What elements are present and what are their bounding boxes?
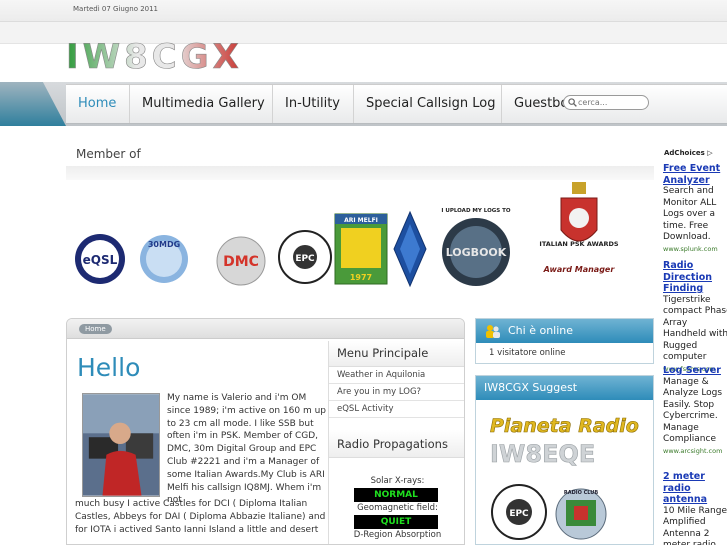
- suggest-panel: IW8CGX Suggest Pianeta Radio IW8EQE EPC …: [475, 375, 654, 545]
- dmc-logo-text: DMC: [223, 254, 259, 270]
- site-logo[interactable]: IW8CGX: [66, 38, 316, 72]
- page-heading: Hello: [77, 353, 141, 382]
- operator-photo: [82, 393, 160, 497]
- menu-title: Menu Principale: [329, 341, 464, 367]
- search-box: [563, 95, 649, 110]
- ad-description: Manage & Analyze Logs Easily. Stop Cyber…: [663, 376, 723, 445]
- propagation-title: Radio Propagations: [329, 430, 464, 458]
- logbook-of-the-world-logo[interactable]: I UPLOAD MY LOGS TO LOGBOOK: [441, 208, 511, 286]
- epc-european-psk-club-logo[interactable]: EPC: [278, 230, 332, 284]
- nav-multimedia-gallery[interactable]: Multimedia Gallery: [130, 85, 273, 123]
- logbook-logo-text: LOGBOOK: [446, 246, 507, 259]
- bio-text-continued: much busy I active Castles for DCI ( Dip…: [75, 499, 326, 535]
- ad-title[interactable]: Free Event Analyzer: [663, 163, 727, 186]
- ad-description: Search and Monitor ALL Logs over a time.…: [663, 186, 717, 242]
- current-date: Martedì 07 Giugno 2011: [73, 5, 159, 13]
- ad-item[interactable]: Log Server Manage & Analyze Logs Easily.…: [663, 365, 727, 457]
- ad-title[interactable]: 2 meter radio antenna: [663, 471, 727, 506]
- menu-link-log-check[interactable]: Are you in my LOG?: [329, 384, 464, 401]
- breadcrumb-home[interactable]: Home: [79, 324, 112, 334]
- solar-xrays-value: NORMAL: [354, 488, 438, 502]
- ad-title[interactable]: Log Server: [663, 365, 727, 377]
- dmc-digital-modes-club-logo[interactable]: DMC: [216, 236, 266, 286]
- bio-text: My name is Valerio and i'm OM since 1989…: [167, 393, 327, 506]
- geomagnetic-value: QUIET: [354, 515, 438, 529]
- d-region-label: D-Region Absorption: [353, 530, 442, 540]
- member-logos: eQSL 30MDG DMC EPC ARI MELFI 1977 I UPLO…: [75, 182, 619, 288]
- nav-in-utility[interactable]: In-Utility: [273, 85, 354, 123]
- ad-url[interactable]: www.splunk.com: [663, 244, 727, 256]
- solar-xrays-label: Solar X-rays:: [370, 476, 425, 486]
- users-icon: [486, 325, 500, 338]
- nav-home[interactable]: Home: [66, 85, 130, 123]
- menu-link-weather[interactable]: Weather in Aquilonia: [329, 367, 464, 384]
- whos-online-panel: Chi è online 1 visitatore online: [475, 318, 654, 364]
- breadcrumb-bar: Home: [67, 319, 464, 339]
- date-bar: Martedì 07 Giugno 2011: [0, 0, 727, 22]
- logbook-caption: I UPLOAD MY LOGS TO: [441, 208, 511, 214]
- suggest-header: IW8CGX Suggest: [476, 376, 653, 400]
- ad-description: Tigerstrike compact Phase Array Handheld…: [663, 294, 727, 363]
- ad-sidebar: AdChoices ▷ Free Event Analyzer Search a…: [658, 144, 727, 545]
- main-content-panel: Home Hello My name is Valerio and i'm OM…: [66, 318, 465, 545]
- ad-item[interactable]: 2 meter radio antenna 10 Mile Range Ampl…: [663, 471, 727, 545]
- geomagnetic-label: Geomagnetic field:: [357, 503, 438, 513]
- member-of-header: Member of: [66, 144, 654, 166]
- 30mdg-logo[interactable]: 30MDG: [140, 235, 188, 283]
- radio-club-logo[interactable]: RADIO CLUB: [555, 488, 607, 540]
- main-menu: Menu Principale Weather in Aquilonia Are…: [328, 341, 464, 544]
- visitor-count: 1 visitatore online: [489, 348, 566, 358]
- ad-title[interactable]: Radio Direction Finding: [663, 260, 727, 295]
- suggest-title: IW8CGX Suggest: [484, 381, 578, 394]
- award-manager-caption: Award Manager: [543, 265, 616, 274]
- ad-item[interactable]: Radio Direction Finding Tigerstrike comp…: [663, 260, 727, 375]
- ari-logo-text: ARI MELFI: [344, 217, 378, 224]
- member-of-title: Member of: [76, 147, 141, 161]
- ad-url[interactable]: www.arcsight.com: [663, 446, 727, 458]
- iw8eqe-text: IW8EQE: [490, 440, 595, 468]
- epc-logo-text: EPC: [295, 254, 315, 264]
- whos-online-header: Chi è online: [476, 319, 653, 343]
- whos-online-title: Chi è online: [508, 324, 574, 337]
- italian-psk-awards-logo[interactable]: ITALIAN PSK AWARDS Award Manager: [539, 182, 619, 274]
- eqsl-logo-text: eQSL: [83, 253, 118, 267]
- eqsl-authenticity-logo[interactable]: eQSL: [75, 234, 125, 284]
- iota-logo[interactable]: [393, 210, 427, 288]
- epc-club-logo[interactable]: EPC: [491, 484, 547, 540]
- search-input[interactable]: [578, 96, 644, 109]
- radio-club-text: RADIO CLUB: [564, 490, 598, 496]
- ad-item[interactable]: Free Event Analyzer Search and Monitor A…: [663, 163, 727, 255]
- adchoices-label[interactable]: AdChoices ▷: [664, 149, 713, 157]
- suggest-banners: Pianeta Radio IW8EQE EPC RADIO CLUB: [490, 415, 639, 540]
- nav-special-callsign-log[interactable]: Special Callsign Log: [354, 85, 502, 123]
- search-icon: [568, 98, 577, 107]
- pianeta-radio-text: Pianeta Radio: [490, 415, 639, 437]
- member-of-band: [66, 166, 654, 180]
- psk-awards-logo-text: ITALIAN PSK AWARDS: [539, 240, 618, 248]
- adchoices-icon: ▷: [707, 149, 713, 157]
- ari-melfi-logo[interactable]: ARI MELFI 1977: [334, 213, 388, 285]
- logo-text: IW8CGX: [66, 38, 243, 72]
- 30mdg-logo-text: 30MDG: [148, 240, 180, 249]
- ad-description: 10 Mile Range Amplified Antenna 2 meter …: [663, 505, 727, 545]
- iw8eqe-banner[interactable]: IW8EQE: [490, 440, 596, 469]
- menu-link-eqsl-activity[interactable]: eQSL Activity: [329, 401, 464, 418]
- epc-suggest-text: EPC: [509, 509, 529, 519]
- pianeta-radio-banner[interactable]: Pianeta Radio: [490, 415, 639, 438]
- ari-logo-year: 1977: [350, 273, 372, 282]
